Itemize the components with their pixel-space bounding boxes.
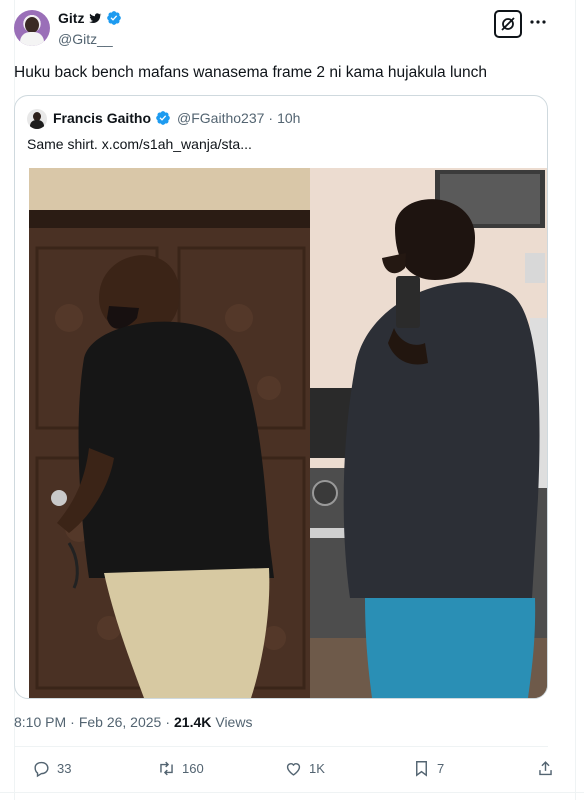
author-handle[interactable]: @Gitz__ [58, 31, 113, 47]
quoted-display-name[interactable]: Francis Gaitho [53, 110, 151, 126]
tweet-text: Huku back bench mafans wanasema frame 2 … [14, 64, 488, 81]
quoted-tweet[interactable]: Francis Gaitho @FGaitho237 · 10h Same sh… [14, 95, 548, 699]
tweet-time[interactable]: 8:10 PM [14, 714, 66, 730]
quoted-author-avatar[interactable] [27, 109, 47, 129]
verified-icon [107, 11, 122, 25]
quoted-media[interactable] [29, 168, 547, 698]
meta-separator-2: · [165, 714, 170, 730]
divider [14, 746, 548, 747]
heart-icon [286, 763, 301, 776]
tweet-meta: 8:10 PM · Feb 26, 2025 · 21.4K Views [14, 714, 252, 730]
author-avatar[interactable] [14, 10, 50, 46]
bookmark-button[interactable]: 7 [412, 759, 444, 778]
like-count: 1K [309, 761, 325, 776]
repost-button[interactable]: 160 [157, 759, 204, 778]
bookmark-count: 7 [437, 761, 445, 776]
quoted-text: Same shirt. x.com/s1ah_wanja/sta... [27, 136, 252, 152]
like-button[interactable]: 1K [284, 759, 325, 778]
reply-count: 33 [57, 761, 72, 776]
views-count: 21.4K [174, 714, 212, 730]
quoted-time[interactable]: 10h [277, 110, 300, 126]
bottom-divider [0, 792, 584, 793]
reply-button[interactable]: 33 [32, 759, 71, 778]
grok-icon [501, 17, 515, 31]
bird-icon [89, 13, 102, 24]
bookmark-icon [416, 761, 427, 777]
photo-before[interactable] [29, 168, 310, 698]
repost-icon [160, 761, 173, 776]
author-display-name[interactable]: Gitz [58, 10, 84, 26]
share-button[interactable] [536, 759, 555, 778]
quoted-separator: · [268, 110, 274, 126]
repost-count: 160 [182, 761, 204, 776]
quoted-handle[interactable]: @FGaitho237 [177, 110, 264, 126]
verified-icon [156, 111, 170, 125]
reply-icon [34, 761, 49, 778]
grok-button[interactable] [494, 10, 522, 38]
quoted-header: Francis Gaitho @FGaitho237 · 10h [53, 110, 300, 126]
more-options-button[interactable] [528, 12, 548, 32]
share-icon [539, 761, 552, 776]
more-icon [530, 20, 546, 24]
photo-after-illustration [310, 168, 547, 698]
meta-separator: · [70, 714, 75, 730]
author-name-row[interactable]: Gitz [58, 10, 122, 26]
photo-after[interactable] [310, 168, 547, 698]
tweet-date[interactable]: Feb 26, 2025 [79, 714, 162, 730]
views-label: Views [215, 714, 253, 730]
action-bar: 33 160 1K 7 [14, 756, 552, 784]
photo-before-illustration [29, 168, 310, 698]
